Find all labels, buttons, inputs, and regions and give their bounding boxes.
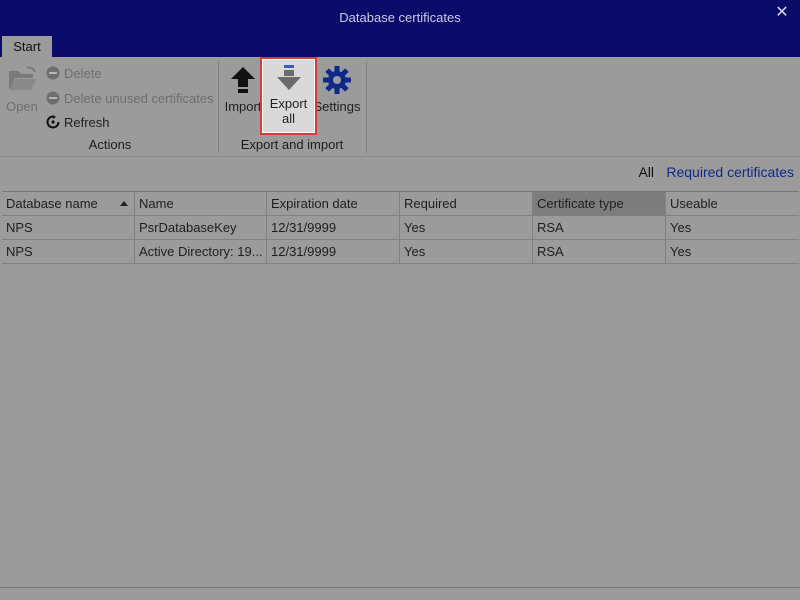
cell-expiration-date: 12/31/9999	[267, 240, 400, 263]
column-header-label: Database name	[6, 196, 98, 211]
cell-useable: Yes	[670, 220, 692, 235]
certificates-table: Database name Name Expiration date Requi…	[2, 191, 799, 588]
arrow-up-icon	[231, 67, 255, 93]
column-header-database-name[interactable]: Database name	[2, 192, 135, 215]
open-button[interactable]: Open	[4, 65, 40, 115]
delete-unused-button[interactable]: Delete unused certificates	[46, 88, 214, 108]
cell-database-name: NPS	[2, 240, 135, 263]
cell-required: Yes	[400, 240, 533, 263]
ribbon-separator	[366, 61, 367, 153]
filter-all-link[interactable]: All	[638, 164, 654, 180]
ribbon-separator	[218, 61, 219, 153]
cell-required: Yes	[400, 216, 533, 239]
minus-circle-icon	[46, 66, 60, 80]
minus-circle-icon	[46, 91, 60, 105]
column-header-useable[interactable]: Useable	[666, 192, 799, 215]
arrow-down-icon	[276, 65, 301, 90]
cell-certificate-type: RSA	[533, 216, 666, 239]
close-icon[interactable]: ✕	[772, 3, 792, 23]
cell-name: PsrDatabaseKey	[135, 216, 267, 239]
delete-unused-label: Delete unused certificates	[64, 90, 214, 106]
cell-name: Active Directory: 19...	[135, 240, 267, 263]
settings-label: Settings	[313, 99, 361, 114]
column-header-expiration-date[interactable]: Expiration date	[267, 192, 400, 215]
folder-open-icon	[9, 66, 36, 90]
import-label: Import	[224, 99, 262, 114]
open-label: Open	[6, 99, 38, 114]
table-row[interactable]: NPS Active Directory: 19... 12/31/9999 Y…	[2, 240, 799, 264]
column-header-certificate-type[interactable]: Certificate type	[533, 192, 666, 215]
delete-button[interactable]: Delete	[46, 63, 102, 83]
title-bar: Database certificates ✕ Start	[0, 0, 800, 57]
sort-ascending-icon	[120, 201, 128, 206]
table-row[interactable]: NPS PsrDatabaseKey 12/31/9999 Yes RSA Ye…	[2, 216, 799, 240]
settings-button[interactable]: Settings	[312, 65, 362, 115]
filter-required-link[interactable]: Required certificates	[666, 164, 794, 180]
filter-bar: All Required certificates	[0, 157, 800, 191]
delete-label: Delete	[64, 65, 102, 81]
export-import-group-label: Export and import	[240, 137, 344, 152]
gear-icon	[323, 66, 351, 94]
window-title: Database certificates	[339, 10, 461, 25]
table-header: Database name Name Expiration date Requi…	[2, 192, 799, 216]
refresh-button[interactable]: Refresh	[46, 112, 110, 132]
column-header-required[interactable]: Required	[400, 192, 533, 215]
cell-database-name: NPS	[2, 216, 135, 239]
export-all-button[interactable]: Export all	[260, 57, 317, 135]
refresh-label: Refresh	[64, 114, 110, 130]
bottom-border	[0, 587, 800, 588]
actions-group-label: Actions	[88, 137, 132, 152]
tab-start[interactable]: Start	[2, 36, 52, 57]
column-header-name[interactable]: Name	[135, 192, 267, 215]
export-all-label: Export all	[269, 96, 308, 126]
cell-certificate-type: RSA	[533, 240, 666, 263]
ribbon: Open Delete Delete unused certificates R…	[0, 57, 800, 157]
cell-useable: Yes	[670, 244, 692, 259]
refresh-icon	[46, 115, 60, 129]
cell-expiration-date: 12/31/9999	[267, 216, 400, 239]
import-button[interactable]: Import	[222, 65, 264, 115]
